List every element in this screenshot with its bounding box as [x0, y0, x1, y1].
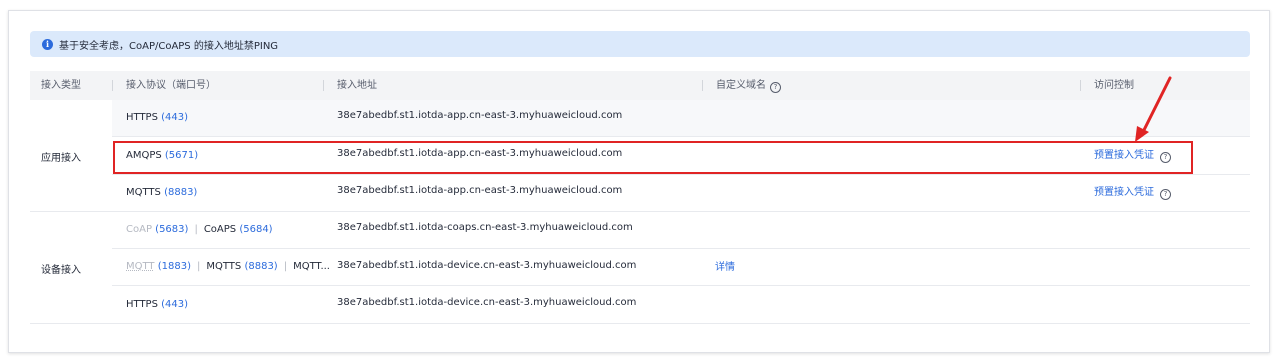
banner-text: 基于安全考虑，CoAP/CoAPS 的接入地址禁PING [59, 40, 279, 52]
address-cell: 38e7abedbf.st1.iotda-device.cn-east-3.my… [337, 297, 637, 308]
info-icon: i [42, 38, 53, 50]
table-row: CoAP (5683) | CoAPS (5684) 38e7abedbf.st1.… [112, 212, 1250, 249]
header-divider [702, 80, 703, 91]
protocol-cell: HTTPS (443) [126, 299, 189, 310]
address-cell: 38e7abedbf.st1.iotda-app.cn-east-3.myhua… [337, 185, 623, 196]
header-custom-domain: 自定义域名? [716, 71, 781, 100]
custom-domain-details-link[interactable]: 详情 [715, 249, 735, 286]
preset-credential-link[interactable]: 预置接入凭证 [1094, 187, 1154, 198]
group-divider [30, 323, 112, 324]
table-header: 接入类型 接入协议（端口号） 接入地址 自定义域名? 访问控制 [30, 71, 1250, 100]
header-protocol: 接入协议（端口号） [126, 80, 216, 91]
security-notice-banner: i 基于安全考虑，CoAP/CoAPS 的接入地址禁PING [30, 31, 1250, 57]
table-row: MQTTS (8883) 38e7abedbf.st1.iotda-app.cn… [112, 175, 1250, 212]
protocol-cell: MQTTS (8883) [126, 187, 198, 198]
address-cell: 38e7abedbf.st1.iotda-device.cn-east-3.my… [337, 260, 637, 271]
protocol-cell: HTTPS (443) [126, 112, 189, 123]
question-circle-icon[interactable]: ? [1160, 189, 1171, 200]
protocol-cell: CoAP (5683) | CoAPS (5684) [126, 224, 273, 235]
question-circle-icon[interactable]: ? [770, 82, 781, 93]
address-cell: 38e7abedbf.st1.iotda-app.cn-east-3.myhua… [337, 110, 623, 121]
header-type: 接入类型 [41, 80, 81, 91]
table-row: HTTPS (443) 38e7abedbf.st1.iotda-device.… [112, 286, 1250, 324]
red-arrow-icon [1135, 76, 1172, 142]
header-divider [112, 80, 113, 91]
table-row: HTTPS (443) 38e7abedbf.st1.iotda-app.cn-… [112, 100, 1250, 137]
group-device-access: 设备接入 [41, 264, 81, 276]
header-access: 访问控制 [1094, 80, 1134, 91]
header-divider [323, 80, 324, 91]
highlight-box [113, 141, 1193, 174]
access-cell: 预置接入凭证? [1094, 175, 1171, 212]
header-address: 接入地址 [337, 80, 377, 91]
address-cell: 38e7abedbf.st1.iotda-coaps.cn-east-3.myh… [337, 222, 633, 233]
table-row: MQTT (1883) | MQTTS (8883) | MQTT... 38e7abe… [112, 249, 1250, 286]
protocol-cell: MQTT (1883) | MQTTS (8883) | MQTT... [126, 261, 330, 272]
group-app-access: 应用接入 [41, 152, 81, 164]
header-divider [1080, 80, 1081, 91]
